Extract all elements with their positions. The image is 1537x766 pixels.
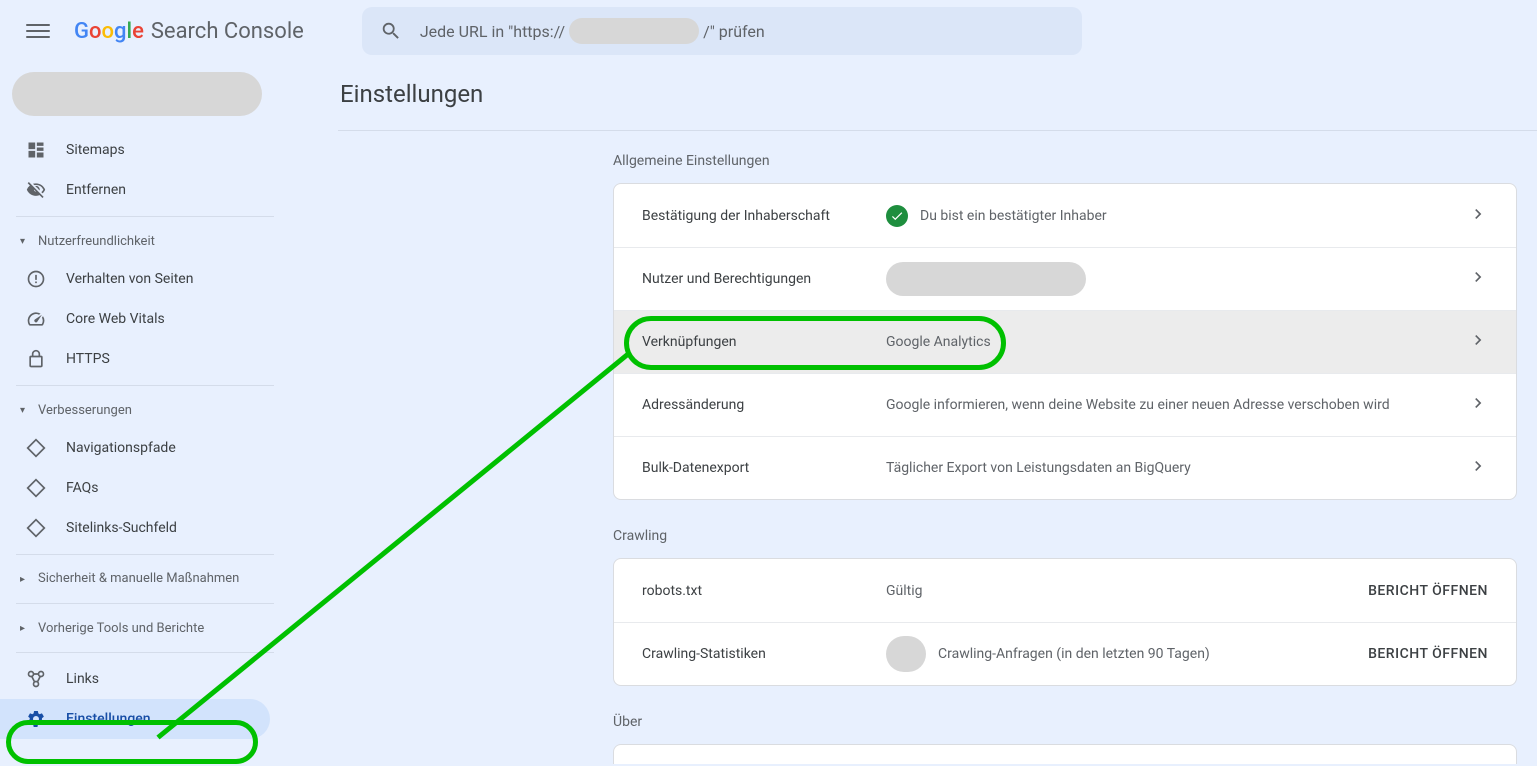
diamond-icon <box>26 438 46 458</box>
sidebar-item-sitemaps[interactable]: Sitemaps <box>0 130 270 170</box>
row-bulk[interactable]: Bulk-Datenexport Täglicher Export von Le… <box>614 436 1516 499</box>
sidebar-item-label: Sitemaps <box>66 142 125 158</box>
sidebar-item-label: Navigationspfade <box>66 440 176 456</box>
about-card <box>613 744 1517 764</box>
chevron-right-icon: ▸ <box>20 623 30 634</box>
row-title: Verknüpfungen <box>642 334 886 350</box>
sidebar-item-cwv[interactable]: Core Web Vitals <box>0 299 270 339</box>
redacted-value <box>886 262 1086 296</box>
row-ownership[interactable]: Bestätigung der Inhaberschaft Du bist ei… <box>614 184 1516 247</box>
chevron-right-icon <box>1468 393 1488 417</box>
sidebar-item-label: Sitelinks-Suchfeld <box>66 520 177 536</box>
visibility-off-icon <box>26 180 46 200</box>
search-icon <box>380 20 402 42</box>
chevron-down-icon: ▾ <box>20 405 30 416</box>
row-title: robots.txt <box>642 583 886 599</box>
row-title: Bestätigung der Inhaberschaft <box>642 208 886 224</box>
sidebar-item-nav[interactable]: Navigationspfade <box>0 428 270 468</box>
divider <box>16 652 274 653</box>
row-title: Nutzer und Berechtigungen <box>642 271 886 287</box>
lock-icon <box>26 349 46 369</box>
row-description: Täglicher Export von Leistungsdaten an B… <box>886 460 1468 476</box>
general-settings-card: Bestätigung der Inhaberschaft Du bist ei… <box>613 183 1517 500</box>
crawling-card: robots.txt Gültig BERICHT ÖFFNEN Crawlin… <box>613 558 1517 686</box>
section-label-general: Allgemeine Einstellungen <box>613 153 1517 169</box>
row-title: Crawling-Statistiken <box>642 646 886 662</box>
diamond-icon <box>26 518 46 538</box>
product-name: Search Console <box>151 19 304 44</box>
sidebar-item-label: FAQs <box>66 480 99 496</box>
sidebar-item-faqs[interactable]: FAQs <box>0 468 270 508</box>
sidebar-item-einstellungen[interactable]: Einstellungen <box>0 699 270 739</box>
google-logo: Google <box>74 19 144 44</box>
sidebar: Sitemaps Entfernen ▾ Nutzerfreundlichkei… <box>0 62 290 766</box>
row-description: Google informieren, wenn deine Website z… <box>886 397 1468 413</box>
row-description: Du bist ein bestätigter Inhaber <box>886 205 1468 227</box>
row-description <box>886 262 1468 296</box>
app-header: Google Search Console Jede URL in "https… <box>0 0 1537 62</box>
logo[interactable]: Google Search Console <box>74 19 304 44</box>
chevron-right-icon <box>1468 267 1488 291</box>
url-inspection-search[interactable]: Jede URL in "https:// /" prüfen <box>362 7 1082 55</box>
sidebar-item-label: Einstellungen <box>66 711 151 727</box>
section-label: Sicherheit & manuelle Maßnahmen <box>38 571 239 588</box>
search-placeholder-text: Jede URL in "https:// /" prüfen <box>420 18 765 44</box>
redacted-value <box>886 636 926 672</box>
chevron-right-icon <box>1468 456 1488 480</box>
row-description: Gültig <box>886 583 1368 599</box>
speed-icon <box>26 309 46 329</box>
sidebar-section-verbesserungen[interactable]: ▾ Verbesserungen <box>0 392 270 428</box>
check-circle-icon <box>886 205 908 227</box>
diamond-icon <box>26 478 46 498</box>
hamburger-menu-icon[interactable] <box>16 9 60 53</box>
section-label: Vorherige Tools und Berichte <box>38 621 204 636</box>
sidebar-section-sicherheit[interactable]: ▸ Sicherheit & manuelle Maßnahmen <box>0 561 270 597</box>
row-description: Crawling-Anfragen (in den letzten 90 Tag… <box>886 636 1368 672</box>
sidebar-item-verhalten[interactable]: Verhalten von Seiten <box>0 259 270 299</box>
section-label-about: Über <box>613 714 1517 730</box>
sidebar-item-sitelinks[interactable]: Sitelinks-Suchfeld <box>0 508 270 548</box>
sidebar-item-links[interactable]: Links <box>0 659 270 699</box>
main-content: Einstellungen Allgemeine Einstellungen B… <box>338 62 1537 766</box>
row-address[interactable]: Adressänderung Google informieren, wenn … <box>614 373 1516 436</box>
property-selector[interactable] <box>12 72 262 116</box>
row-crawlstats[interactable]: Crawling-Statistiken Crawling-Anfragen (… <box>614 622 1516 685</box>
row-title: Adressänderung <box>642 397 886 413</box>
divider <box>16 385 274 386</box>
row-title: Bulk-Datenexport <box>642 460 886 476</box>
chevron-down-icon: ▾ <box>20 236 30 247</box>
sidebar-item-entfernen[interactable]: Entfernen <box>0 170 270 210</box>
divider <box>16 216 274 217</box>
sidebar-item-label: Entfernen <box>66 182 126 198</box>
sidebar-item-https[interactable]: HTTPS <box>0 339 270 379</box>
open-report-link[interactable]: BERICHT ÖFFNEN <box>1368 646 1488 662</box>
section-label-crawling: Crawling <box>613 528 1517 544</box>
sidebar-section-nutzerfreundlichkeit[interactable]: ▾ Nutzerfreundlichkeit <box>0 223 270 259</box>
chevron-right-icon <box>1468 330 1488 354</box>
sidebar-item-label: HTTPS <box>66 351 110 367</box>
section-label: Verbesserungen <box>38 403 132 418</box>
divider <box>16 603 274 604</box>
links-icon <box>26 669 46 689</box>
gear-icon <box>26 709 46 729</box>
row-users[interactable]: Nutzer und Berechtigungen <box>614 247 1516 310</box>
sidebar-item-label: Core Web Vitals <box>66 311 165 327</box>
sitemaps-icon <box>26 140 46 160</box>
sidebar-item-label: Links <box>66 671 99 687</box>
divider <box>16 554 274 555</box>
redacted-domain <box>569 18 699 44</box>
sidebar-section-vorherige[interactable]: ▸ Vorherige Tools und Berichte <box>0 610 270 646</box>
row-robots[interactable]: robots.txt Gültig BERICHT ÖFFNEN <box>614 559 1516 622</box>
row-associations[interactable]: Verknüpfungen Google Analytics <box>614 310 1516 373</box>
section-label: Nutzerfreundlichkeit <box>38 234 155 249</box>
sidebar-item-label: Verhalten von Seiten <box>66 271 193 287</box>
chevron-right-icon: ▸ <box>20 574 30 585</box>
open-report-link[interactable]: BERICHT ÖFFNEN <box>1368 583 1488 599</box>
chevron-right-icon <box>1468 204 1488 228</box>
row-description: Google Analytics <box>886 334 1468 350</box>
page-title: Einstellungen <box>338 62 1537 130</box>
page-experience-icon <box>26 269 46 289</box>
